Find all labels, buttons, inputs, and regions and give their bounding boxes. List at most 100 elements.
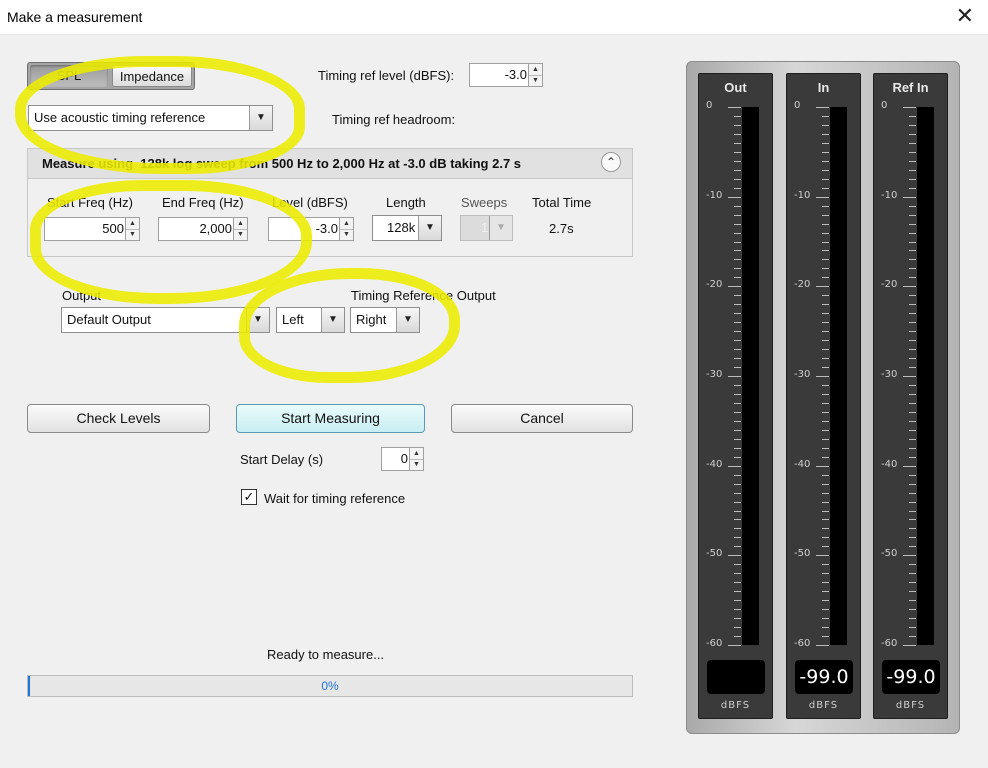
- scale-label: 0: [706, 100, 713, 111]
- scale-tick: [822, 402, 829, 404]
- scale-tick: [909, 295, 916, 297]
- start-delay-stepper[interactable]: 0 ▲ ▼: [381, 447, 424, 471]
- close-icon[interactable]: ✕: [956, 4, 974, 29]
- check-levels-button[interactable]: Check Levels: [27, 404, 210, 433]
- scale-tick: [903, 107, 916, 108]
- scale-tick: [734, 358, 741, 360]
- decrement-icon[interactable]: ▼: [529, 75, 542, 86]
- decrement-icon[interactable]: ▼: [126, 229, 139, 240]
- scale-tick: [734, 313, 741, 315]
- scale-tick: [822, 492, 829, 494]
- scale-tick: [822, 322, 829, 324]
- meter-title: Out: [724, 80, 747, 95]
- scale-tick: [909, 268, 916, 270]
- scale-tick: [909, 600, 916, 602]
- scale-tick: [734, 223, 741, 225]
- start-measuring-button[interactable]: Start Measuring: [236, 404, 425, 433]
- level-stepper[interactable]: -3.0 ▲ ▼: [268, 217, 354, 241]
- chevron-down-icon[interactable]: ▼: [246, 308, 269, 332]
- scale-tick: [728, 196, 741, 198]
- scale-tick: [822, 438, 829, 440]
- end-freq-label: End Freq (Hz): [162, 195, 244, 210]
- wait-timing-checkbox[interactable]: ✓: [241, 489, 257, 505]
- chevron-down-icon[interactable]: ▼: [396, 308, 419, 332]
- measure-summary: Measure using 128k log sweep from 500 Hz…: [42, 156, 522, 171]
- start-freq-stepper[interactable]: 500 ▲ ▼: [44, 217, 140, 241]
- scale-tick: [734, 591, 741, 593]
- level-bar: [917, 107, 934, 645]
- decrement-icon[interactable]: ▼: [410, 459, 423, 470]
- scale-tick: [822, 268, 829, 270]
- length-select[interactable]: 128k ▼: [372, 215, 442, 241]
- length-label: Length: [386, 195, 426, 210]
- scale-tick: [734, 349, 741, 351]
- end-freq-stepper[interactable]: 2,000 ▲ ▼: [158, 217, 248, 241]
- scale-tick: [909, 340, 916, 342]
- scale-tick: [734, 618, 741, 620]
- meter-title: Ref In: [892, 80, 929, 95]
- timing-reference-select[interactable]: Use acoustic timing reference ▼: [28, 105, 273, 131]
- start-freq-label: Start Freq (Hz): [47, 195, 133, 210]
- scale-tick: [728, 376, 741, 377]
- scale-tick: [822, 384, 829, 386]
- scale-tick: [909, 618, 916, 620]
- collapse-icon[interactable]: ⌃: [601, 152, 621, 172]
- scale-tick: [816, 107, 829, 108]
- scale-tick: [734, 268, 741, 270]
- scale-tick: [822, 124, 829, 126]
- scale-tick: [734, 600, 741, 602]
- decrement-icon[interactable]: ▼: [340, 229, 353, 240]
- scale-tick: [734, 510, 741, 512]
- scale-tick: [822, 474, 829, 476]
- scale-tick: [734, 384, 741, 386]
- scale-tick: [734, 259, 741, 261]
- scale-tick: [734, 537, 741, 539]
- scale-tick: [822, 304, 829, 306]
- scale-tick: [909, 519, 916, 521]
- scale-tick: [822, 447, 829, 449]
- scale-tick: [909, 384, 916, 386]
- chevron-down-icon[interactable]: ▼: [418, 216, 441, 240]
- start-freq-value: 500: [102, 221, 124, 236]
- impedance-mode-button[interactable]: Impedance: [112, 65, 192, 87]
- output-channel-select[interactable]: Left ▼: [276, 307, 345, 333]
- scale-tick: [734, 636, 741, 638]
- chevron-down-icon[interactable]: ▼: [321, 308, 344, 332]
- output-device-select[interactable]: Default Output ▼: [61, 307, 270, 333]
- timing-ref-level-stepper[interactable]: -3.0 ▲ ▼: [469, 63, 543, 87]
- scale-tick: [909, 537, 916, 539]
- scale-tick: [903, 555, 916, 557]
- scale-tick: [909, 178, 916, 180]
- scale-tick: [822, 340, 829, 342]
- scale-tick: [728, 107, 741, 108]
- scale-tick: [822, 187, 829, 189]
- scale-tick: [728, 286, 741, 288]
- scale-tick: [909, 492, 916, 494]
- scale-label: -30: [881, 369, 898, 380]
- scale-tick: [822, 277, 829, 279]
- scale-tick: [822, 115, 829, 117]
- chevron-down-icon[interactable]: ▼: [249, 106, 272, 130]
- unit-label: dBFS: [895, 700, 926, 711]
- scale-tick: [909, 573, 916, 575]
- scale-tick: [822, 232, 829, 234]
- unit-label: dBFS: [808, 700, 839, 711]
- scale-tick: [816, 465, 829, 467]
- wait-timing-label: Wait for timing reference: [264, 491, 406, 506]
- scale-tick: [734, 232, 741, 234]
- scale-tick: [734, 438, 741, 440]
- decrement-icon[interactable]: ▼: [234, 229, 247, 240]
- scale-tick: [909, 142, 916, 144]
- scale-tick: [734, 115, 741, 117]
- title-bar: [0, 0, 988, 35]
- timing-ref-output-select[interactable]: Right ▼: [350, 307, 420, 333]
- scale-tick: [822, 241, 829, 243]
- cancel-button[interactable]: Cancel: [451, 404, 633, 433]
- scale-tick: [734, 501, 741, 503]
- scale-tick: [909, 349, 916, 351]
- total-time-label: Total Time: [532, 195, 592, 210]
- scale-tick: [909, 115, 916, 117]
- scale-tick: [734, 205, 741, 207]
- spl-mode-button[interactable]: SPL: [30, 65, 108, 87]
- scale-tick: [734, 250, 741, 252]
